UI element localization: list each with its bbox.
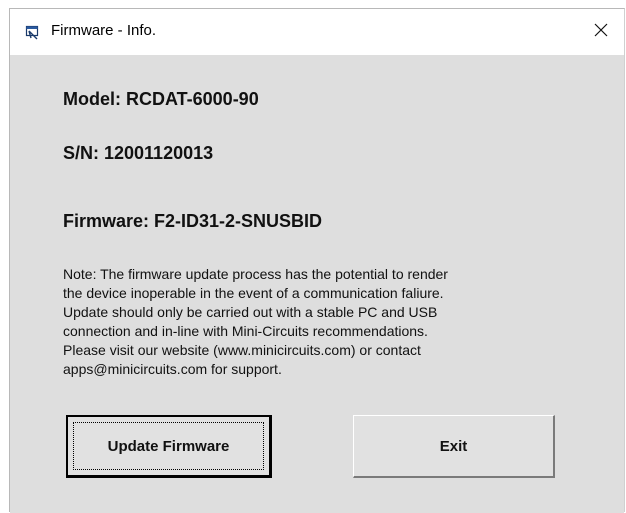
firmware-info-dialog: Firmware - Info. Model: RCDAT-6000-90 S/… [9,8,625,513]
title-bar: Firmware - Info. [10,9,624,55]
close-button[interactable] [578,9,624,55]
note-line: Note: The firmware update process has th… [63,266,448,282]
window-app-icon [25,25,41,41]
serial-number-label: S/N: 12001120013 [63,143,214,163]
firmware-note: Note: The firmware update process has th… [63,265,563,379]
exit-button[interactable]: Exit [353,415,555,478]
close-icon [594,23,608,42]
note-line: apps@minicircuits.com for support. [63,361,282,377]
note-line: the device inoperable in the event of a … [63,285,444,301]
model-label: Model: RCDAT-6000-90 [63,89,259,109]
dialog-body: Model: RCDAT-6000-90 S/N: 12001120013 Fi… [10,55,624,513]
update-firmware-button[interactable]: Update Firmware [66,415,272,478]
note-line: connection and in-line with Mini-Circuit… [63,323,428,339]
note-line: Update should only be carried out with a… [63,304,438,320]
exit-label: Exit [439,437,468,455]
firmware-label: Firmware: F2-ID31-2-SNUSBID [63,211,323,231]
note-line: Please visit our website (www.minicircui… [63,342,421,358]
update-firmware-label: Update Firmware [107,437,230,455]
window-title: Firmware - Info. [51,22,157,39]
